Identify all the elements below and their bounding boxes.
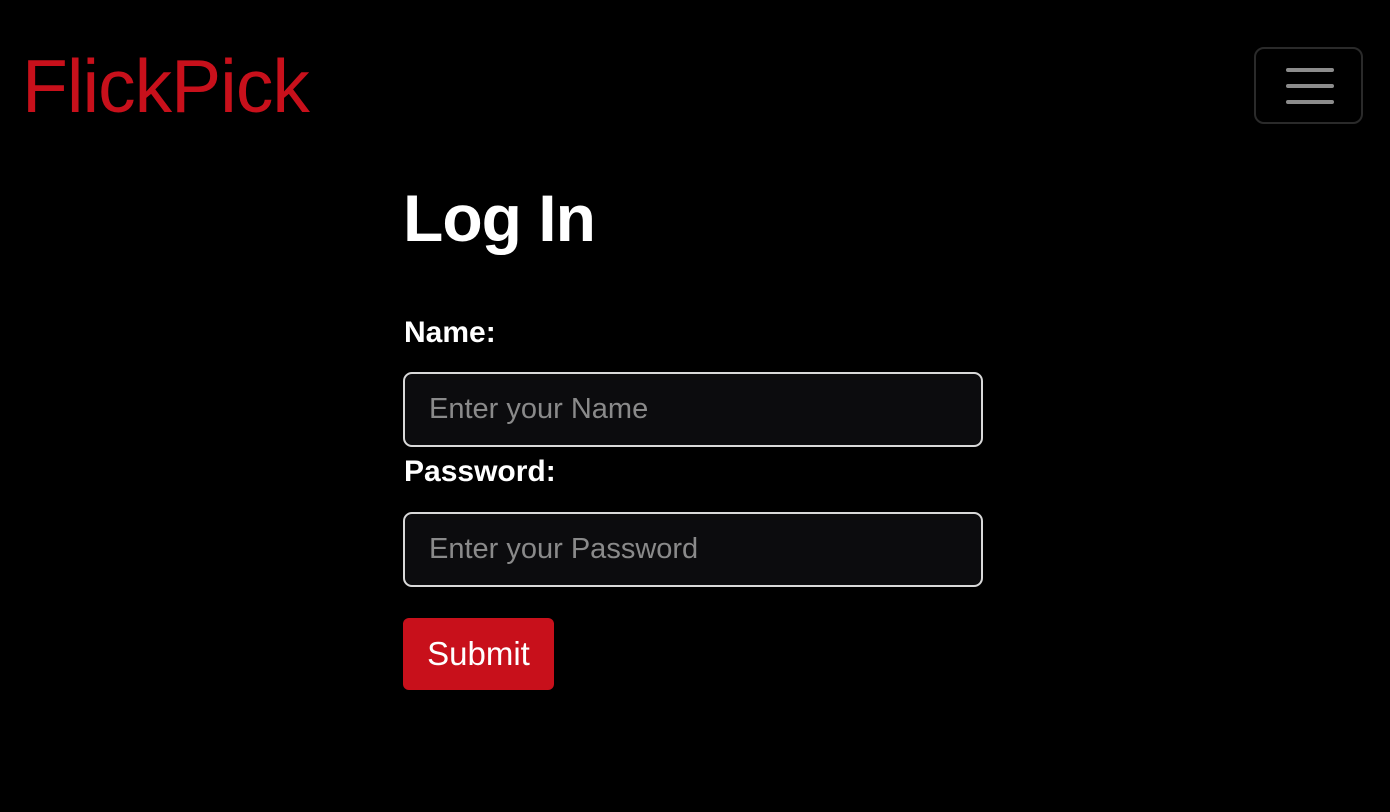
submit-button[interactable]: Submit [403,618,554,690]
hamburger-menu-icon-bar [1286,84,1334,88]
hamburger-menu-icon-bar [1286,100,1334,104]
password-input[interactable] [403,512,983,587]
brand-logo-link[interactable]: FlickPick [22,44,310,128]
name-label: Name: [404,316,496,349]
page-title: Log In [403,181,596,255]
name-input[interactable] [403,372,983,447]
login-form: Log In Name: Password: Submit [403,178,983,690]
navbar-toggler-button[interactable] [1254,47,1363,124]
hamburger-menu-icon [1286,68,1334,72]
password-label: Password: [404,455,556,488]
navbar: FlickPick [0,0,1390,170]
